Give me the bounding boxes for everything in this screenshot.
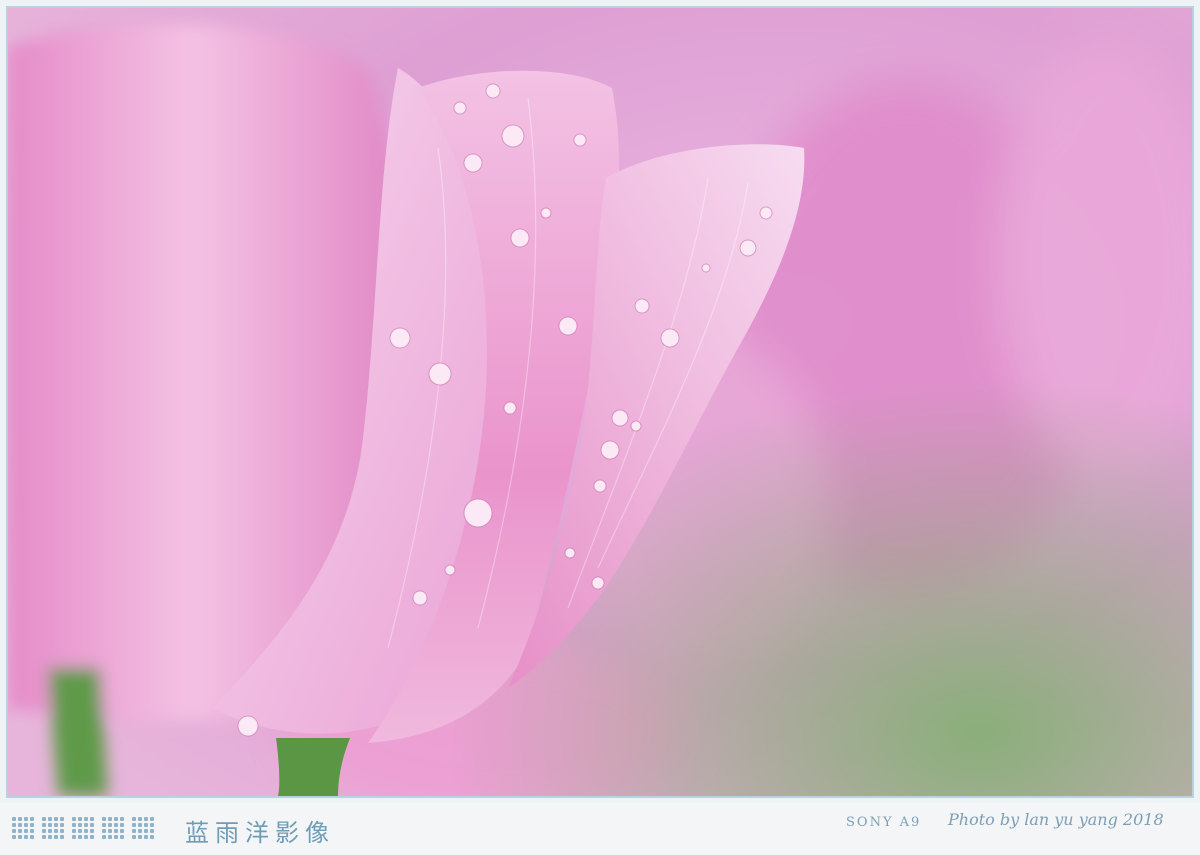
photo-credit: Photo by lan yu yang 2018: [948, 810, 1164, 829]
tulip-photo: [6, 6, 1194, 798]
dot-pattern-decoration: [12, 817, 156, 845]
studio-name: 蓝雨洋影像: [185, 819, 335, 847]
camera-model: SONY A9: [846, 815, 922, 830]
photo-frame: 蓝雨洋影像 SONY A9 Photo by lan yu yang 2018: [0, 0, 1200, 855]
watermark-bar: 蓝雨洋影像 SONY A9 Photo by lan yu yang 2018: [0, 803, 1200, 855]
